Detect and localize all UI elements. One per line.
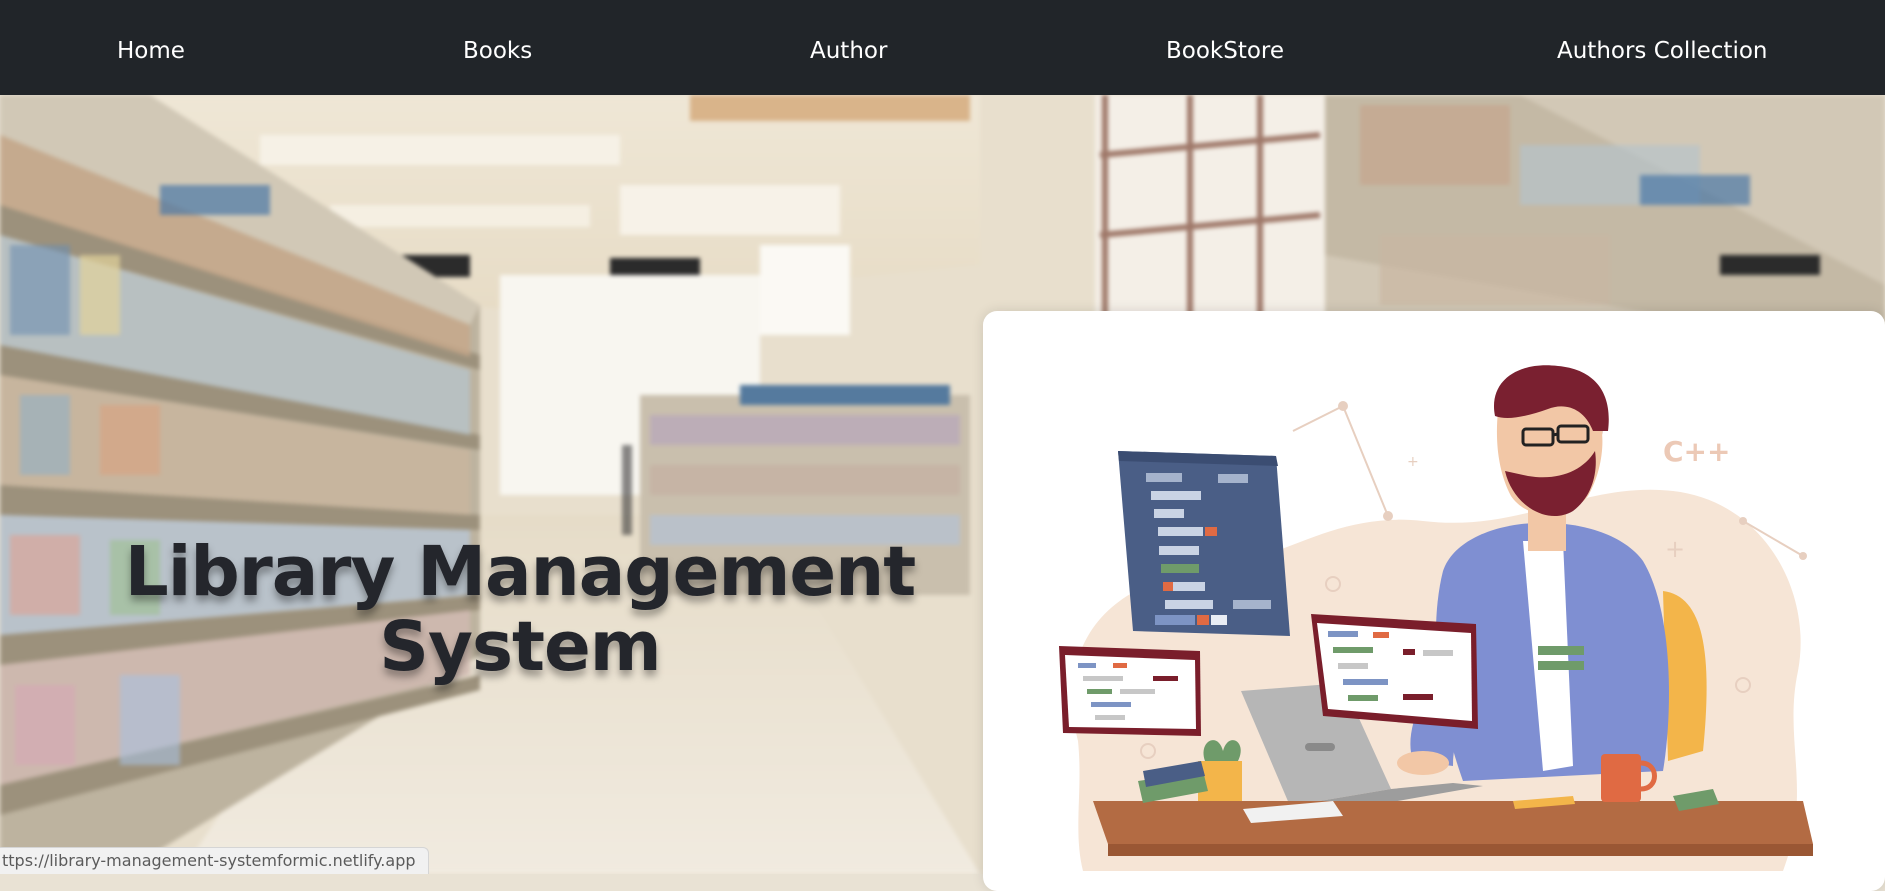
nav-link-home[interactable]: Home — [117, 0, 185, 95]
code-window-large — [1118, 451, 1290, 636]
svg-text:+: + — [1407, 454, 1419, 470]
svg-text:+: + — [1665, 535, 1685, 563]
code-window-right — [1311, 614, 1478, 729]
nav-link-author[interactable]: Author — [810, 0, 887, 95]
hero-title-line1: Library Management — [124, 532, 917, 612]
nav-link-bookstore[interactable]: BookStore — [1166, 0, 1284, 95]
cplusplus-label: C++ — [1663, 435, 1730, 468]
code-window-small — [1059, 646, 1201, 736]
hero-title-line2: System — [379, 607, 661, 687]
coffee-mug — [1601, 754, 1641, 802]
status-bar-url: ttps://library-management-systemformic.n… — [0, 847, 429, 874]
nav-link-authors-collection[interactable]: Authors Collection — [1557, 0, 1768, 95]
top-navbar: Home Books Author BookStore Authors Coll… — [0, 0, 1885, 95]
nav-link-books[interactable]: Books — [463, 0, 532, 95]
hero-title: Library Management System — [115, 535, 925, 685]
illustration-card: + + C++ — [983, 311, 1885, 891]
desk — [1093, 801, 1813, 856]
developer-illustration: + + C++ — [1059, 365, 1813, 871]
